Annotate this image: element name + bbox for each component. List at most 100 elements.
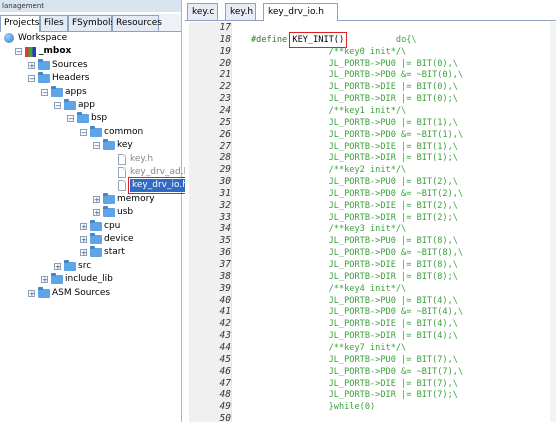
- code-line[interactable]: JL_PORTB->DIE |= BIT(2),\: [251, 200, 458, 212]
- code-line[interactable]: }while(0): [251, 401, 376, 413]
- tree-folder-item[interactable]: + ASM Sources: [0, 286, 181, 300]
- collapse-icon[interactable]: −: [28, 75, 35, 83]
- folder-icon: [77, 112, 89, 124]
- code-line[interactable]: JL_PORTB->PU0 |= BIT(7),\: [251, 354, 458, 366]
- folder-icon: [38, 286, 50, 298]
- code-line[interactable]: JL_PORTB->DIE |= BIT(7),\: [251, 378, 458, 390]
- folder-icon: [51, 85, 63, 97]
- tree-folder-item[interactable]: − _mbox: [0, 45, 181, 58]
- code-line[interactable]: JL_PORTB->DIR |= BIT(2);\: [251, 212, 458, 224]
- code-line[interactable]: JL_PORTB->PD0 &= ~BIT(2),\: [251, 188, 464, 200]
- line-number: 22: [219, 81, 231, 93]
- code-line[interactable]: /**key1 init*/\: [251, 105, 407, 117]
- expand-icon[interactable]: +: [54, 262, 61, 270]
- line-number: 25: [219, 116, 231, 128]
- tab-key-h[interactable]: key.h: [225, 3, 256, 20]
- editor-margin: [231, 22, 242, 422]
- tree-folder-item[interactable]: − key: [0, 139, 181, 152]
- tree-folder-item[interactable]: + Sources: [0, 58, 181, 72]
- tree-folder-item[interactable]: + device: [0, 233, 181, 246]
- tree-folder-item[interactable]: + src: [0, 259, 181, 273]
- collapse-icon[interactable]: −: [41, 88, 48, 96]
- code-line[interactable]: /**key0 init*/\: [251, 46, 407, 58]
- code-line[interactable]: JL_PORTB->PU0 |= BIT(8),\: [251, 235, 458, 247]
- expand-icon[interactable]: +: [80, 249, 87, 257]
- code-line[interactable]: JL_PORTB->DIR |= BIT(7);\: [251, 389, 458, 401]
- tab-key-drv-io-h[interactable]: key_drv_io.h: [263, 3, 338, 21]
- collapse-icon[interactable]: −: [67, 115, 74, 123]
- tree-folder-item[interactable]: − app: [0, 99, 181, 112]
- code-text: JL_PORTB->DIR |= BIT(4);\: [251, 331, 458, 342]
- tab-files[interactable]: Files: [40, 15, 68, 31]
- code-line[interactable]: /**key3 init*/\: [251, 223, 407, 235]
- expand-icon[interactable]: +: [28, 61, 35, 69]
- expand-icon[interactable]: +: [93, 195, 100, 203]
- code-line[interactable]: JL_PORTB->PD0 &= ~BIT(1),\: [251, 129, 464, 141]
- tree-folder-item[interactable]: Workspace: [0, 32, 181, 45]
- expand-icon[interactable]: +: [41, 276, 48, 284]
- collapse-icon[interactable]: −: [80, 128, 87, 136]
- tree-file-item[interactable]: key.h: [0, 153, 181, 166]
- line-number: 45: [219, 353, 231, 365]
- workspace-panel: lanagement Projects Files FSymbols Resou…: [0, 0, 192, 422]
- expand-icon[interactable]: +: [80, 222, 87, 230]
- tree-folder-item[interactable]: + cpu: [0, 219, 181, 233]
- tree-folder-item[interactable]: + include_lib: [0, 273, 181, 286]
- code-line[interactable]: JL_PORTB->DIR |= BIT(4);\: [251, 330, 458, 342]
- code-line[interactable]: JL_PORTB->PU0 |= BIT(0),\: [251, 58, 458, 70]
- tree-folder-item[interactable]: + usb: [0, 206, 181, 219]
- code-line[interactable]: JL_PORTB->PD0 &= ~BIT(8),\: [251, 247, 464, 259]
- collapse-icon[interactable]: −: [54, 102, 61, 110]
- expand-icon[interactable]: +: [93, 209, 100, 217]
- code-line[interactable]: #define KEY_INIT() do{\: [251, 31, 417, 48]
- tab-projects[interactable]: Projects: [0, 15, 40, 32]
- code-line[interactable]: JL_PORTB->DIR |= BIT(1);\: [251, 152, 458, 164]
- code-line[interactable]: JL_PORTB->PU0 |= BIT(4),\: [251, 295, 458, 307]
- line-number: 44: [219, 341, 231, 353]
- tree-folder-item[interactable]: + memory: [0, 192, 181, 206]
- code-line[interactable]: JL_PORTB->DIR |= BIT(0);\: [251, 93, 458, 105]
- code-line[interactable]: JL_PORTB->DIE |= BIT(1),\: [251, 141, 458, 153]
- code-line[interactable]: /**key7 init*/\: [251, 342, 407, 354]
- code-line[interactable]: JL_PORTB->DIE |= BIT(0),\: [251, 81, 458, 93]
- tree-item-label: key.h: [130, 153, 154, 164]
- tree-folder-item[interactable]: − common: [0, 125, 181, 139]
- code-line[interactable]: JL_PORTB->DIE |= BIT(4),\: [251, 318, 458, 330]
- line-number: 35: [219, 235, 231, 247]
- collapse-icon[interactable]: −: [15, 48, 22, 56]
- expand-icon[interactable]: +: [28, 289, 35, 297]
- tree-folder-item[interactable]: − apps: [0, 85, 181, 99]
- tree-folder-item[interactable]: − Headers: [0, 72, 181, 85]
- line-number: 24: [219, 104, 231, 116]
- vertical-scrollbar[interactable]: [550, 22, 556, 422]
- tab-key-c[interactable]: key.c: [187, 3, 218, 20]
- code-line[interactable]: JL_PORTB->PU0 |= BIT(1),\: [251, 117, 458, 129]
- tree-file-item[interactable]: key_drv_io.h: [0, 177, 192, 195]
- tab-fsymbols[interactable]: FSymbols: [68, 15, 115, 31]
- tree-item-label: ASM Sources: [52, 287, 111, 298]
- folder-icon: [64, 99, 76, 110]
- code-text: do{\: [344, 34, 417, 45]
- code-text: JL_PORTB->PU0 |= BIT(4),\: [251, 295, 458, 306]
- tree-item-label: Headers: [52, 73, 90, 84]
- code-line[interactable]: JL_PORTB->DIR |= BIT(8);\: [251, 271, 458, 283]
- tree-folder-item[interactable]: + start: [0, 246, 181, 259]
- code-line[interactable]: JL_PORTB->DIE |= BIT(8),\: [251, 259, 458, 271]
- folder-icon: [90, 219, 102, 231]
- tree-file-item[interactable]: key_drv_ad.h: [0, 166, 189, 179]
- code-line[interactable]: JL_PORTB->PD0 &= ~BIT(7),\: [251, 366, 464, 378]
- code-line[interactable]: /**key4 init*/\: [251, 283, 407, 295]
- code-text: JL_PORTB->DIE |= BIT(8),\: [251, 260, 458, 270]
- tree-folder-item[interactable]: − bsp: [0, 112, 181, 125]
- code-line[interactable]: /**key2 init*/\: [251, 164, 407, 176]
- code-line[interactable]: JL_PORTB->PD0 &= ~BIT(4),\: [251, 306, 464, 318]
- code-line[interactable]: JL_PORTB->PD0 &= ~BIT(0),\: [251, 69, 464, 81]
- line-number: 18: [219, 33, 231, 45]
- line-number: 20: [219, 57, 231, 69]
- collapse-icon[interactable]: −: [93, 142, 100, 150]
- expand-icon[interactable]: +: [80, 236, 87, 244]
- tab-resources[interactable]: Resources: [112, 15, 162, 31]
- code-line[interactable]: JL_PORTB->PU0 |= BIT(2),\: [251, 176, 458, 188]
- folder-icon: [103, 192, 115, 204]
- tree-item-label: device: [104, 234, 134, 244]
